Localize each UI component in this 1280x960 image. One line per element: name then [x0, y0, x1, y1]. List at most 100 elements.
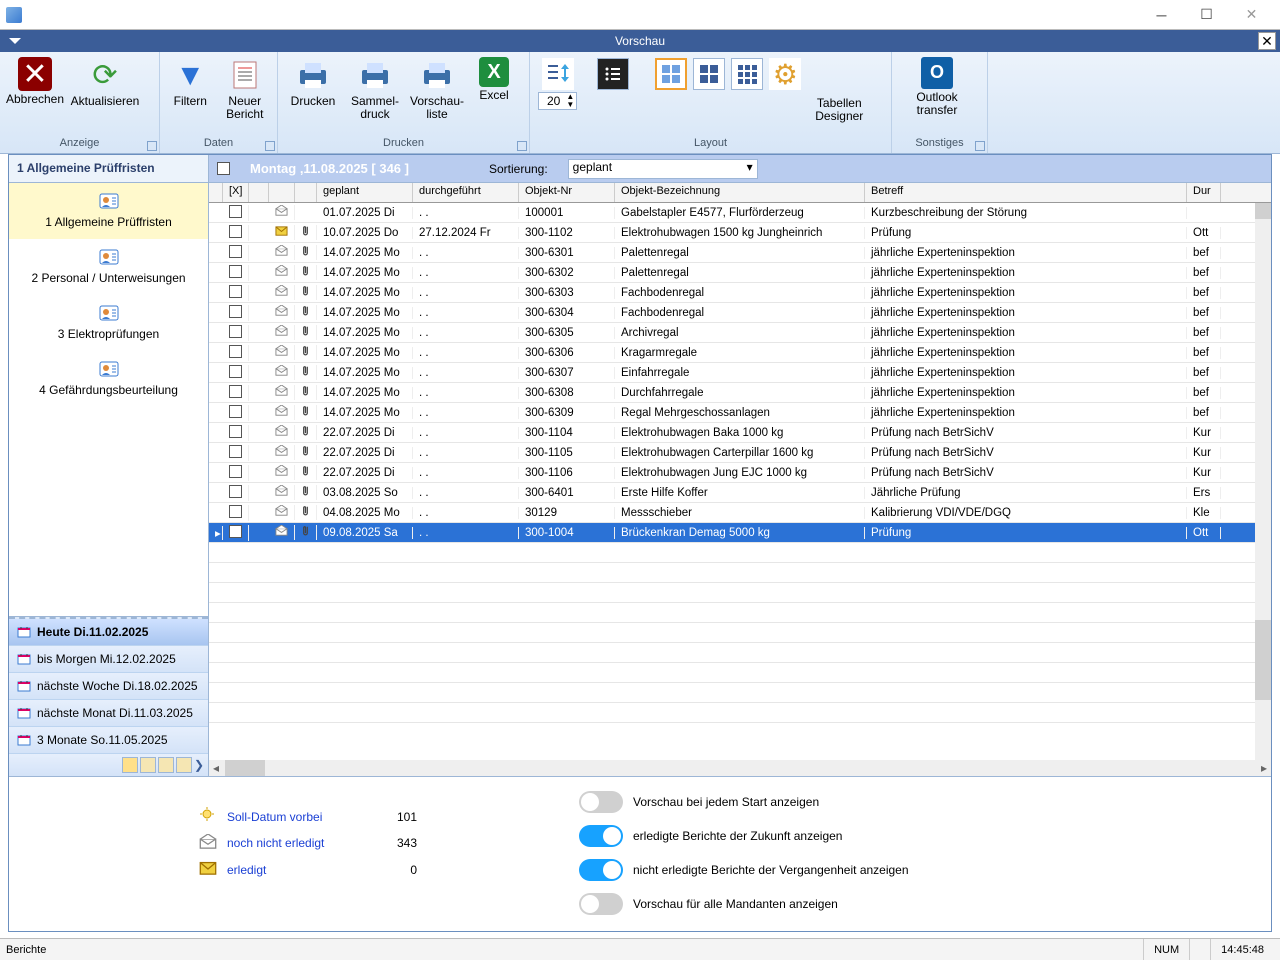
column-header-objekt-bez[interactable]: Objekt-Bezeichnung	[615, 183, 865, 202]
ribbon-group-sonstiges: O Outlook transfer Sonstiges	[892, 52, 988, 153]
date-range-item[interactable]: 3 Monate So.11.05.2025	[9, 727, 208, 754]
row-checkbox[interactable]	[229, 425, 242, 438]
row-checkbox[interactable]	[229, 385, 242, 398]
category-item[interactable]: 1 Allgemeine Prüffristen	[9, 183, 208, 239]
toggle-switch[interactable]	[579, 859, 623, 881]
view-mini-3[interactable]	[158, 757, 174, 773]
table-row[interactable]: 04.08.2025 Mo. .30129MessschieberKalibri…	[209, 503, 1271, 523]
attachment-icon	[295, 445, 317, 461]
category-item[interactable]: 4 Gefährdungsbeurteilung	[9, 351, 208, 407]
table-row[interactable]: 14.07.2025 Mo. .300-6304Fachbodenregaljä…	[209, 303, 1271, 323]
attachment-icon	[295, 285, 317, 301]
row-checkbox[interactable]	[229, 365, 242, 378]
row-checkbox[interactable]	[229, 205, 242, 218]
column-header-betreff[interactable]: Betreff	[865, 183, 1187, 202]
grid-vertical-scrollbar[interactable]	[1255, 203, 1271, 760]
outlook-transfer-button[interactable]: O Outlook transfer	[896, 54, 978, 120]
toggle-row: nicht erledigte Berichte der Vergangenhe…	[579, 859, 909, 881]
quick-menu-button[interactable]	[0, 34, 30, 48]
category-item[interactable]: 3 Elektroprüfungen	[9, 295, 208, 351]
group-dialog-daten[interactable]	[265, 141, 275, 151]
envelope-icon	[269, 485, 295, 499]
table-row[interactable]: 22.07.2025 Di. .300-1105Elektrohubwagen …	[209, 443, 1271, 463]
table-row[interactable]: 22.07.2025 Di. .300-1106Elektrohubwagen …	[209, 463, 1271, 483]
layout-grid3-icon[interactable]	[731, 58, 763, 90]
row-checkbox[interactable]	[229, 325, 242, 338]
row-checkbox[interactable]	[229, 445, 242, 458]
column-header-durch[interactable]: Dur	[1187, 183, 1221, 202]
table-row[interactable]: 14.07.2025 Mo. .300-6305Archivregaljährl…	[209, 323, 1271, 343]
date-range-item[interactable]: nächste Woche Di.18.02.2025	[9, 673, 208, 700]
table-row[interactable]: 14.07.2025 Mo. .300-6302Palettenregaljäh…	[209, 263, 1271, 283]
row-height-spinner[interactable]: 20 ▲▼	[538, 92, 577, 110]
table-row[interactable]: 10.07.2025 Do27.12.2024 Fr300-1102Elektr…	[209, 223, 1271, 243]
date-range-list: Heute Di.11.02.2025bis Morgen Mi.12.02.2…	[9, 617, 208, 754]
abbrechen-button[interactable]: ✕ Abbrechen	[4, 54, 66, 109]
attachment-icon	[295, 485, 317, 501]
spinner-arrows-icon[interactable]: ▲▼	[566, 93, 574, 109]
toggle-switch[interactable]	[579, 893, 623, 915]
row-checkbox[interactable]	[229, 465, 242, 478]
filter-select-all-checkbox[interactable]	[217, 162, 230, 175]
table-row[interactable]: ▸09.08.2025 Sa. .300-1004Brückenkran Dem…	[209, 523, 1271, 543]
grid-horizontal-scrollbar[interactable]: ◂ ▸	[209, 760, 1271, 776]
group-dialog-anzeige[interactable]	[147, 141, 157, 151]
column-header-check[interactable]: [X]	[223, 183, 249, 202]
column-header-durchgefuehrt[interactable]: durchgeführt	[413, 183, 519, 202]
grid-body[interactable]: 01.07.2025 Di. .100001Gabelstapler E4577…	[209, 203, 1271, 760]
vorschauliste-button[interactable]: Vorschau- liste	[406, 54, 468, 124]
filtern-button[interactable]: ▼ Filtern	[164, 54, 217, 111]
row-checkbox[interactable]	[229, 345, 242, 358]
row-checkbox[interactable]	[229, 225, 242, 238]
sort-select[interactable]: geplant ▾	[568, 159, 758, 179]
row-checkbox[interactable]	[229, 485, 242, 498]
row-height-icon[interactable]	[542, 58, 574, 90]
view-mini-2[interactable]	[140, 757, 156, 773]
sammeldruck-button[interactable]: Sammel- druck	[344, 54, 406, 124]
row-checkbox[interactable]	[229, 265, 242, 278]
date-range-item[interactable]: bis Morgen Mi.12.02.2025	[9, 646, 208, 673]
row-checkbox[interactable]	[229, 505, 242, 518]
table-row[interactable]: 14.07.2025 Mo. .300-6303Fachbodenregaljä…	[209, 283, 1271, 303]
table-row[interactable]: 14.07.2025 Mo. .300-6301Palettenregaljäh…	[209, 243, 1271, 263]
date-range-item[interactable]: nächste Monat Di.11.03.2025	[9, 700, 208, 727]
layout-list-icon[interactable]	[597, 58, 629, 90]
toggle-switch[interactable]	[579, 825, 623, 847]
tabellendesigner-button[interactable]: Tabellen Designer	[807, 58, 871, 126]
table-row[interactable]: 03.08.2025 So. .300-6401Erste Hilfe Koff…	[209, 483, 1271, 503]
neuer-bericht-button[interactable]: Neuer Bericht	[217, 54, 273, 124]
row-checkbox[interactable]	[229, 525, 242, 538]
table-row[interactable]: 22.07.2025 Di. .300-1104Elektrohubwagen …	[209, 423, 1271, 443]
toggle-switch[interactable]	[579, 791, 623, 813]
drucken-button[interactable]: Drucken	[282, 54, 344, 111]
inner-close-button[interactable]: ✕	[1258, 32, 1276, 50]
row-checkbox[interactable]	[229, 245, 242, 258]
view-mini-4[interactable]	[176, 757, 192, 773]
layout-grid1-icon[interactable]	[655, 58, 687, 90]
group-dialog-drucken[interactable]	[517, 141, 527, 151]
column-header-geplant[interactable]: geplant	[317, 183, 413, 202]
aktualisieren-button[interactable]: ⟳ Aktualisieren	[66, 54, 144, 111]
table-row[interactable]: 14.07.2025 Mo. .300-6306Kragarmregalejäh…	[209, 343, 1271, 363]
row-checkbox[interactable]	[229, 405, 242, 418]
layout-grid2-icon[interactable]	[693, 58, 725, 90]
date-range-item[interactable]: Heute Di.11.02.2025	[9, 619, 208, 646]
excel-button[interactable]: X Excel	[468, 54, 520, 105]
table-row[interactable]: 14.07.2025 Mo. .300-6308Durchfahrregalej…	[209, 383, 1271, 403]
view-mini-1[interactable]	[122, 757, 138, 773]
close-window-button[interactable]: ✕	[1229, 3, 1274, 27]
row-checkbox[interactable]	[229, 285, 242, 298]
column-header-objekt-nr[interactable]: Objekt-Nr	[519, 183, 615, 202]
table-row[interactable]: 14.07.2025 Mo. .300-6309Regal Mehrgescho…	[209, 403, 1271, 423]
table-row[interactable]: 01.07.2025 Di. .100001Gabelstapler E4577…	[209, 203, 1271, 223]
category-item[interactable]: 2 Personal / Unterweisungen	[9, 239, 208, 295]
group-dialog-sonstiges[interactable]	[975, 141, 985, 151]
layout-gear-icon[interactable]: ⚙	[769, 58, 801, 90]
maximize-button[interactable]: ☐	[1184, 3, 1229, 27]
view-mini-more[interactable]: ❯	[194, 758, 204, 772]
minimize-button[interactable]: ─	[1139, 3, 1184, 27]
env-closed-icon	[199, 860, 217, 878]
row-checkbox[interactable]	[229, 305, 242, 318]
grid-header: [X] geplant durchgeführt Objekt-Nr Objek…	[209, 183, 1271, 203]
table-row[interactable]: 14.07.2025 Mo. .300-6307Einfahrregalejäh…	[209, 363, 1271, 383]
